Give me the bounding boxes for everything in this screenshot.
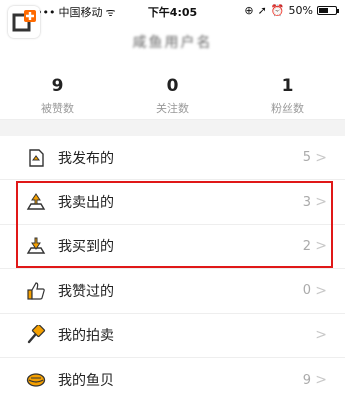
section-divider xyxy=(0,120,345,136)
chevron-right-icon: > xyxy=(315,327,327,344)
sell-icon xyxy=(26,192,46,212)
profile-header: 咸鱼用户名 xyxy=(0,20,345,62)
menu-item-label: 我买到的 xyxy=(58,239,114,256)
menu-item-published[interactable]: 我发布的 5 > xyxy=(0,136,345,181)
status-bar: ••• 中国移动 ᯤ 下午4:05 ⊕ ➚ ⏰ 50% xyxy=(0,0,345,20)
battery-icon xyxy=(317,6,339,15)
stat-likes[interactable]: 9 被赞数 xyxy=(0,66,115,119)
status-right: ⊕ ➚ ⏰ 50% xyxy=(244,4,339,17)
buy-icon xyxy=(26,236,46,256)
menu-item-sold[interactable]: 我卖出的 3 > xyxy=(0,180,345,225)
auction-hammer-icon xyxy=(26,324,46,345)
stat-value: 1 xyxy=(281,76,294,96)
battery-percent: 50% xyxy=(288,4,313,17)
menu-item-count: 9 xyxy=(302,372,311,388)
menu-item-bought[interactable]: 我买到的 2 > xyxy=(0,225,345,270)
menu-item-count: 5 xyxy=(302,150,311,166)
chevron-right-icon: > xyxy=(315,282,327,299)
post-icon xyxy=(26,148,46,168)
menu-item-label: 我赞过的 xyxy=(58,283,114,300)
chevron-right-icon: > xyxy=(315,149,327,166)
stat-label: 被赞数 xyxy=(41,102,74,115)
menu-list: 我发布的 5 > 我卖出的 3 > 我买到的 2 > 我赞过的 0 > 我的拍卖… xyxy=(0,136,345,402)
stat-following[interactable]: 0 关注数 xyxy=(115,66,230,119)
stat-value: 0 xyxy=(166,76,179,96)
thumbs-up-icon xyxy=(26,281,46,301)
menu-item-count: 0 xyxy=(302,283,311,299)
menu-item-count: 2 xyxy=(302,238,311,254)
menu-item-shells[interactable]: 我的鱼贝 9 > xyxy=(0,358,345,402)
menu-item-count: 3 xyxy=(302,194,311,210)
stat-label: 粉丝数 xyxy=(271,102,304,115)
chevron-right-icon: > xyxy=(315,372,327,389)
stat-value: 9 xyxy=(51,76,64,96)
user-nickname: 咸鱼用户名 xyxy=(132,35,213,51)
shell-icon xyxy=(26,370,46,390)
menu-item-auction[interactable]: 我的拍卖 > xyxy=(0,314,345,358)
lock-rotation-icon: ⊕ xyxy=(244,4,254,17)
chevron-right-icon: > xyxy=(315,238,327,255)
menu-item-label: 我的鱼贝 xyxy=(58,373,114,390)
location-icon: ➚ xyxy=(257,4,267,17)
stat-label: 关注数 xyxy=(156,102,189,115)
menu-item-label: 我卖出的 xyxy=(58,195,114,212)
menu-item-label: 我的拍卖 xyxy=(58,328,114,345)
chevron-right-icon: > xyxy=(315,194,327,211)
stat-followers[interactable]: 1 粉丝数 xyxy=(230,66,345,119)
menu-item-label: 我发布的 xyxy=(58,150,114,167)
alarm-icon: ⏰ xyxy=(270,4,285,17)
profile-stats: 9 被赞数 0 关注数 1 粉丝数 xyxy=(0,66,345,120)
menu-item-liked[interactable]: 我赞过的 0 > xyxy=(0,269,345,314)
